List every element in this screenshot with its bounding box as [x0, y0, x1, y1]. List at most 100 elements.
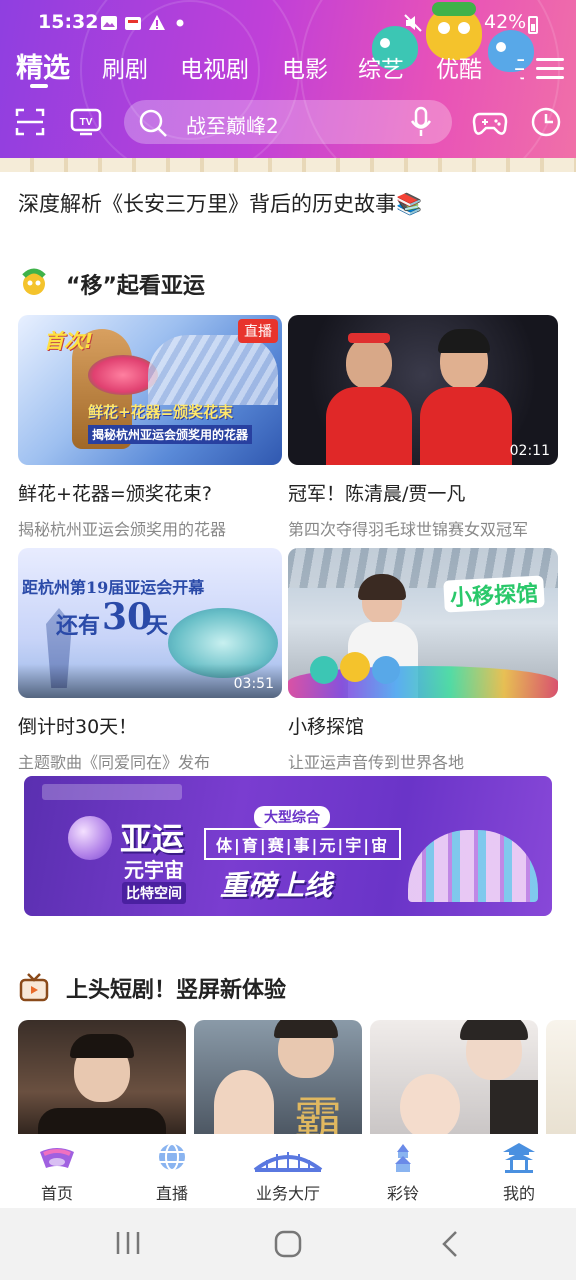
video-title: 鲜花+花器=颁奖花束? — [18, 483, 212, 505]
thumb-subcaption: 揭秘杭州亚运会颁奖用的花器 — [88, 425, 253, 444]
header: 15:32 42% 精选 刷剧 电视剧 电影 综艺 优酷 TV 战至巅峰2 — [0, 0, 576, 158]
mascot-graphic — [340, 652, 370, 682]
active-tab-indicator — [30, 84, 48, 88]
video-subtitle: 揭秘杭州亚运会颁奖用的花器 — [18, 520, 227, 539]
mascot-graphic — [372, 656, 400, 684]
video-subtitle: 主题歌曲《同爱同在》发布 — [18, 753, 211, 772]
dot-icon — [176, 19, 184, 27]
tab-movies[interactable]: 电影 — [282, 50, 328, 84]
scan-icon[interactable] — [14, 106, 46, 138]
banner-chars: 体|育|赛|事|元|宇|宙 — [204, 828, 402, 860]
nav-label: 我的 — [502, 1184, 535, 1203]
tower-icon — [395, 1144, 411, 1172]
actor-hair — [274, 1020, 338, 1038]
back-icon[interactable] — [440, 1230, 460, 1258]
tv-icon — [19, 973, 49, 1002]
mascot-section-icon — [22, 268, 46, 295]
drama-poster[interactable] — [370, 1020, 538, 1134]
section-header-short-drama: 上头短剧！竖屏新体验 — [18, 970, 338, 1004]
nav-home[interactable]: 首页 — [12, 1134, 102, 1208]
actor-clothes — [490, 1080, 538, 1134]
sponsor-logos — [42, 784, 182, 800]
video-thumbnail[interactable]: 小移探馆 — [288, 548, 558, 698]
video-card[interactable]: 小移探馆 小移探馆 让亚运声音传到世界各地 — [288, 548, 558, 773]
tab-overflow-hint[interactable]: 子 — [514, 50, 524, 84]
tab-featured[interactable]: 精选 — [16, 46, 70, 85]
actor-hair — [460, 1020, 528, 1040]
warning-icon — [149, 15, 165, 30]
status-time: 15:32 — [38, 11, 99, 33]
player-jersey — [326, 387, 412, 465]
svg-text:TV: TV — [80, 117, 93, 128]
search-placeholder: 战至巅峰2 — [186, 114, 279, 138]
banner-slogan: 重磅上线 — [220, 869, 333, 902]
poster-calligraphy-graphic: 霸 — [294, 1092, 343, 1134]
player-hair — [438, 329, 490, 353]
thumb-countdown-number: 30 — [102, 596, 153, 638]
mascot-graphic — [310, 656, 338, 684]
video-thumbnail[interactable]: 02:11 — [288, 315, 558, 465]
gamepad-icon[interactable] — [472, 106, 508, 138]
thumb-caption: 还有 — [56, 613, 101, 639]
app-notification-icon — [125, 17, 141, 30]
nav-live[interactable]: 直播 — [127, 1134, 217, 1208]
video-thumbnail[interactable]: 距杭州第19届亚运会开幕 还有 30 天 03:51 — [18, 548, 282, 698]
stadium-graphic — [408, 830, 538, 902]
system-navigation-bar — [0, 1208, 576, 1280]
home-button-icon[interactable] — [274, 1230, 302, 1258]
search-icon — [139, 109, 167, 137]
video-duration: 02:11 — [509, 443, 550, 459]
video-title: 冠军！陈清晨/贾一凡 — [288, 483, 466, 505]
thumb-headline: 首次! — [44, 329, 94, 353]
video-duration: 03:51 — [233, 676, 274, 692]
player-jersey — [420, 387, 512, 465]
thumb-headline: 小移探馆 — [443, 575, 545, 613]
planet-graphic — [68, 816, 112, 860]
live-badge: 直播 — [238, 319, 278, 343]
thumb-caption-unit: 天 — [146, 613, 169, 639]
app-screen: 15:32 42% 精选 刷剧 电视剧 电影 综艺 优酷 TV 战至巅峰2 深度… — [0, 0, 576, 1280]
player-face — [346, 337, 392, 389]
bridge-icon — [253, 1152, 323, 1172]
video-subtitle: 第四次夺得羽毛球世锦赛女双冠军 — [288, 520, 529, 539]
search-bar[interactable]: 战至巅峰2 — [124, 100, 452, 144]
tv-cast-icon[interactable]: TV — [70, 106, 102, 138]
drama-poster[interactable]: 霸 — [194, 1020, 362, 1134]
drama-poster[interactable] — [546, 1020, 576, 1134]
video-card[interactable]: 首次! 鲜花+花器=颁奖花束 揭秘杭州亚运会颁奖用的花器 直播 鲜花+花器=颁奖… — [18, 315, 282, 540]
thumb-caption: 鲜花+花器=颁奖花束 — [88, 403, 234, 421]
tab-binge[interactable]: 刷剧 — [102, 50, 148, 84]
article-title[interactable]: 深度解析《长安三万里》背后的历史故事📚 — [18, 188, 422, 218]
section-header-asian-games: “移”起看亚运 — [18, 266, 318, 300]
section-title: 上头短剧！竖屏新体验 — [66, 978, 287, 1003]
tab-youku[interactable]: 优酷 — [436, 50, 482, 84]
bottom-nav: 首页 直播 业务大厅 彩铃 我的 — [0, 1134, 576, 1208]
microphone-icon[interactable] — [410, 106, 432, 138]
nav-service-hall[interactable]: 业务大厅 — [243, 1134, 333, 1208]
video-thumbnail[interactable]: 首次! 鲜花+花器=颁奖花束 揭秘杭州亚运会颁奖用的花器 直播 — [18, 315, 282, 465]
actor-face — [400, 1074, 460, 1134]
section-title: “移”起看亚运 — [66, 274, 205, 299]
banner-title-line3: 比特空间 — [122, 882, 186, 904]
history-clock-icon[interactable] — [530, 106, 562, 138]
tab-variety[interactable]: 综艺 — [358, 50, 404, 84]
banner-title-line2: 元宇宙 — [124, 858, 184, 882]
home-icon — [40, 1148, 74, 1168]
gallery-icon — [101, 16, 117, 30]
nav-label: 首页 — [40, 1184, 73, 1203]
nav-profile[interactable]: 我的 — [474, 1134, 564, 1208]
category-menu-icon[interactable] — [536, 58, 564, 80]
category-tabs: 精选 刷剧 电视剧 电影 综艺 优酷 子 — [0, 44, 576, 88]
nav-ringtone[interactable]: 彩铃 — [358, 1134, 448, 1208]
recent-apps-icon[interactable] — [114, 1230, 142, 1256]
toolbar: TV 战至巅峰2 — [0, 100, 576, 146]
drama-poster[interactable] — [18, 1020, 186, 1134]
globe-icon — [159, 1143, 185, 1171]
short-drama-carousel: 霸 — [18, 1020, 576, 1134]
feed: 深度解析《长安三万里》背后的历史故事📚 “移”起看亚运 首次! 鲜花+花器=颁奖… — [0, 158, 576, 1134]
video-card[interactable]: 02:11 冠军！陈清晨/贾一凡 第四次夺得羽毛球世锦赛女双冠军 — [288, 315, 558, 540]
promo-banner[interactable]: 亚运 元宇宙 比特空间 大型综合 体|育|赛|事|元|宇|宙 重磅上线 — [24, 776, 552, 916]
actor-clothes — [38, 1108, 166, 1134]
tab-tv-series[interactable]: 电视剧 — [180, 50, 249, 84]
video-card[interactable]: 距杭州第19届亚运会开幕 还有 30 天 03:51 倒计时30天！ 主题歌曲《… — [18, 548, 282, 773]
